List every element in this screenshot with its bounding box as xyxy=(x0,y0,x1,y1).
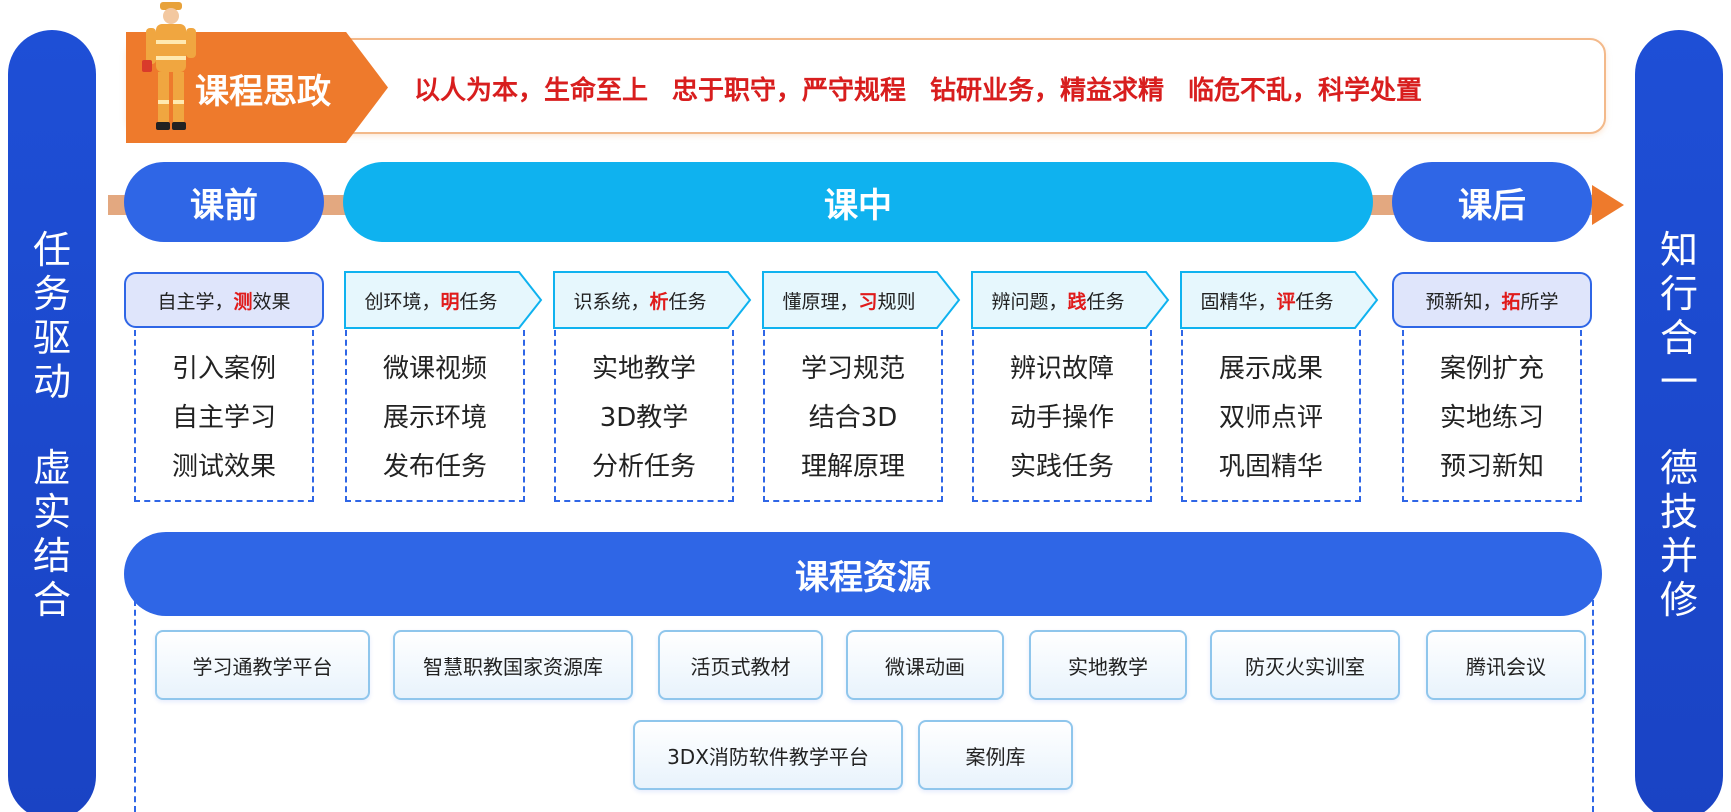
phase-pre-class: 课前 xyxy=(124,162,324,242)
firefighter-icon xyxy=(142,2,196,130)
task-list: 辨识故障 动手操作 实践任务 xyxy=(972,330,1152,502)
task-list: 展示成果 双师点评 巩固精华 xyxy=(1181,330,1361,502)
ideology-value: 以人为本，生命至上 xyxy=(414,76,649,106)
pillar-char: 任 xyxy=(32,228,71,272)
right-pillar-line1: 知 行 合 一 xyxy=(1660,228,1698,404)
timeline-arrow-icon xyxy=(1592,185,1624,225)
resource-item: 学习通教学平台 xyxy=(155,630,370,700)
right-pillar-line2: 德 技 并 修 xyxy=(1660,446,1698,622)
task-item: 3D教学 xyxy=(599,402,689,433)
resource-item: 智慧职教国家资源库 xyxy=(393,630,633,700)
task-list: 微课视频 展示环境 发布任务 xyxy=(345,330,525,502)
ideology-values: 以人为本，生命至上 忠于职守，严守规程 钻研业务，精益求精 临危不乱，科学处置 xyxy=(414,70,1422,107)
ideology-value: 临危不乱，科学处置 xyxy=(1188,76,1423,106)
left-pillar-line1: 任 务 驱 动 xyxy=(33,228,71,404)
task-header-text: 识系统， xyxy=(573,290,650,313)
left-pillar-line2: 虚 实 结 合 xyxy=(33,446,71,622)
task-item: 结合3D xyxy=(808,402,898,433)
pillar-char: 修 xyxy=(1659,578,1698,622)
resources-header: 课程资源 xyxy=(124,532,1602,616)
task-header: 创环境，明任务 xyxy=(345,272,517,328)
task-item: 预习新知 xyxy=(1439,451,1544,482)
pillar-char: 知 xyxy=(1659,228,1698,272)
pillar-char: 实 xyxy=(32,490,71,534)
task-item: 实践任务 xyxy=(1009,451,1114,482)
task-list: 实地教学 3D教学 分析任务 xyxy=(554,330,734,502)
task-item: 案例扩充 xyxy=(1439,353,1544,384)
ideology-value: 忠于职守，严守规程 xyxy=(672,76,907,106)
task-item: 展示环境 xyxy=(382,402,487,433)
task-header-text: 预新知， xyxy=(1425,290,1502,313)
pillar-char: 德 xyxy=(1659,446,1698,490)
task-header: 懂原理，习规则 xyxy=(763,272,935,328)
task-list: 案例扩充 实地练习 预习新知 xyxy=(1402,330,1582,502)
task-item: 学习规范 xyxy=(800,353,905,384)
task-header: 固精华，评任务 xyxy=(1181,272,1353,328)
task-list: 引入案例 自主学习 测试效果 xyxy=(134,330,314,502)
right-pillar: 知 行 合 一 德 技 并 修 xyxy=(1635,30,1723,812)
task-list: 学习规范 结合3D 理解原理 xyxy=(763,330,943,502)
task-header: 预新知，拓所学 xyxy=(1392,272,1592,328)
task-item: 测试效果 xyxy=(171,451,276,482)
task-item: 引入案例 xyxy=(171,353,276,384)
left-pillar: 任 务 驱 动 虚 实 结 合 xyxy=(8,30,96,812)
task-item: 发布任务 xyxy=(382,451,487,482)
task-header-highlight: 明 xyxy=(440,290,460,313)
ideology-tag-label: 课程思政 xyxy=(195,72,331,112)
task-header-text: 规则 xyxy=(877,290,916,313)
task-header-text: 自主学， xyxy=(157,290,234,313)
task-header-text: 效果 xyxy=(252,290,291,313)
task-header: 自主学，测效果 xyxy=(124,272,324,328)
task-header-highlight: 析 xyxy=(649,290,669,313)
task-header-text: 创环境， xyxy=(364,290,441,313)
task-item: 双师点评 xyxy=(1218,402,1323,433)
task-item: 微课视频 xyxy=(382,353,487,384)
resource-item: 案例库 xyxy=(918,720,1073,790)
task-header-highlight: 测 xyxy=(233,290,253,313)
resource-item: 微课动画 xyxy=(846,630,1004,700)
task-item: 理解原理 xyxy=(800,451,905,482)
task-header-highlight: 践 xyxy=(1067,290,1087,313)
pillar-char: 一 xyxy=(1659,360,1698,404)
task-header: 识系统，析任务 xyxy=(554,272,726,328)
resource-item: 活页式教材 xyxy=(658,630,823,700)
task-header-text: 辨问题， xyxy=(991,290,1068,313)
pillar-char: 动 xyxy=(32,360,71,404)
pillar-char: 结 xyxy=(32,534,71,578)
task-header-highlight: 评 xyxy=(1276,290,1296,313)
task-header-text: 任务 xyxy=(1295,290,1334,313)
pillar-char: 驱 xyxy=(32,316,71,360)
task-header-text: 固精华， xyxy=(1200,290,1277,313)
task-header-text: 任务 xyxy=(668,290,707,313)
pillar-char: 行 xyxy=(1659,272,1698,316)
task-header-text: 任务 xyxy=(1086,290,1125,313)
task-header-text: 任务 xyxy=(459,290,498,313)
resource-item: 防灭火实训室 xyxy=(1210,630,1400,700)
task-item: 实地练习 xyxy=(1439,402,1544,433)
task-item: 自主学习 xyxy=(171,402,276,433)
task-item: 巩固精华 xyxy=(1218,451,1323,482)
resource-item: 实地教学 xyxy=(1029,630,1187,700)
phase-post-class: 课后 xyxy=(1392,162,1592,242)
pillar-char: 并 xyxy=(1659,534,1698,578)
task-item: 分析任务 xyxy=(591,451,696,482)
pillar-char: 务 xyxy=(32,272,71,316)
resource-item: 3DX消防软件教学平台 xyxy=(633,720,903,790)
pillar-char: 合 xyxy=(1659,316,1698,360)
pillar-char: 合 xyxy=(32,578,71,622)
task-item: 辨识故障 xyxy=(1009,353,1114,384)
phase-in-class: 课中 xyxy=(343,162,1373,242)
task-item: 实地教学 xyxy=(591,353,696,384)
task-header-text: 懂原理， xyxy=(782,290,859,313)
pillar-char: 虚 xyxy=(32,446,71,490)
task-header-text: 所学 xyxy=(1520,290,1559,313)
resource-item: 腾讯会议 xyxy=(1426,630,1586,700)
task-item: 展示成果 xyxy=(1218,353,1323,384)
task-header-highlight: 拓 xyxy=(1501,290,1521,313)
task-header: 辨问题，践任务 xyxy=(972,272,1144,328)
ideology-value: 钻研业务，精益求精 xyxy=(930,76,1165,106)
task-header-highlight: 习 xyxy=(858,290,878,313)
pillar-char: 技 xyxy=(1659,490,1698,534)
task-item: 动手操作 xyxy=(1009,402,1114,433)
